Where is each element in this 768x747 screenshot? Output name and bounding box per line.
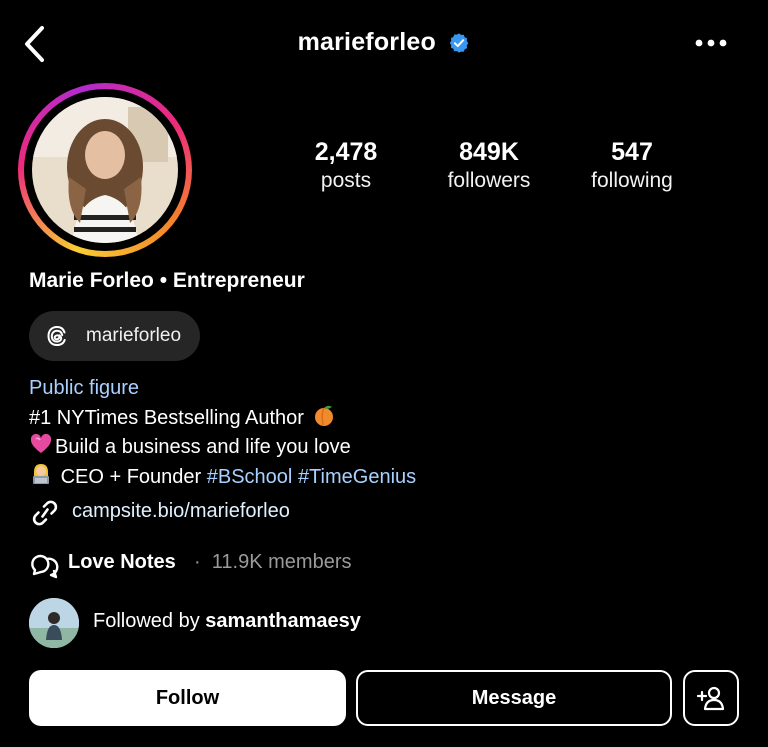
channel-members: 11.9K members [211, 551, 352, 573]
mutual-profile-photo [29, 598, 79, 648]
top-bar: marieforleo [0, 0, 768, 90]
bio-line: #1 NYTimes Bestselling Author [29, 403, 416, 433]
stat-label: following [591, 169, 673, 192]
more-options-button[interactable] [694, 36, 728, 50]
stat-value: 849K [459, 138, 519, 166]
followed-prefix: Followed by [93, 610, 200, 632]
bio-line: Build a business and life you love [29, 432, 416, 462]
link-icon [32, 500, 58, 526]
avatar-border [24, 89, 186, 251]
bio: Public figure #1 NYTimes Bestselling Aut… [29, 374, 416, 491]
channel-name[interactable]: Love Notes [68, 551, 176, 574]
display-name: Marie Forleo • Entrepreneur [29, 269, 305, 292]
stat-posts[interactable]: 2,478 posts [276, 137, 416, 195]
pink-heart-emoji-icon [30, 433, 52, 453]
threads-badge[interactable]: marieforleo [29, 311, 200, 361]
threads-icon [47, 325, 66, 347]
stat-label: followers [447, 169, 531, 192]
bio-text: #1 NYTimes Bestselling Author [29, 406, 304, 429]
stat-value: 547 [611, 138, 653, 166]
add-person-icon [696, 686, 725, 711]
title: marieforleo [0, 28, 768, 57]
threads-handle: marieforleo [86, 325, 182, 346]
bio-text: Build a business and life you love [55, 436, 351, 458]
story-ring[interactable] [18, 83, 192, 257]
verified-badge-icon [450, 32, 469, 53]
separator: · [194, 551, 201, 573]
stat-following[interactable]: 547 following [562, 137, 702, 195]
broadcast-chat-icon [31, 554, 59, 579]
followed-by-text: Followed by samanthamaesy [93, 610, 361, 633]
mutual-avatar [29, 598, 79, 648]
message-button[interactable]: Message [356, 670, 672, 726]
bio-line: CEO + Founder #BSchool #TimeGenius [29, 462, 416, 492]
stat-followers[interactable]: 849K followers [419, 137, 559, 195]
profile-category: Public figure [29, 377, 140, 399]
more-horizontal-icon [695, 39, 727, 47]
profile-username: marieforleo [297, 28, 436, 56]
follow-button[interactable]: Follow [29, 670, 346, 726]
followed-username[interactable]: samanthamaesy [205, 610, 361, 632]
bio-text: CEO + Founder [60, 465, 202, 488]
suggested-accounts-button[interactable] [683, 670, 739, 726]
channel-meta: · 11.9K members [194, 551, 351, 574]
stat-value: 2,478 [314, 138, 378, 166]
profile-photo [32, 97, 178, 243]
avatar [32, 97, 178, 243]
stat-label: posts [320, 169, 372, 192]
hashtag-link[interactable]: #BSchool [207, 466, 293, 488]
website-link[interactable]: campsite.bio/marieforleo [72, 500, 290, 523]
hashtag-link[interactable]: #TimeGenius [298, 466, 416, 488]
peach-emoji-icon [314, 405, 333, 426]
technologist-emoji-icon [33, 463, 49, 484]
